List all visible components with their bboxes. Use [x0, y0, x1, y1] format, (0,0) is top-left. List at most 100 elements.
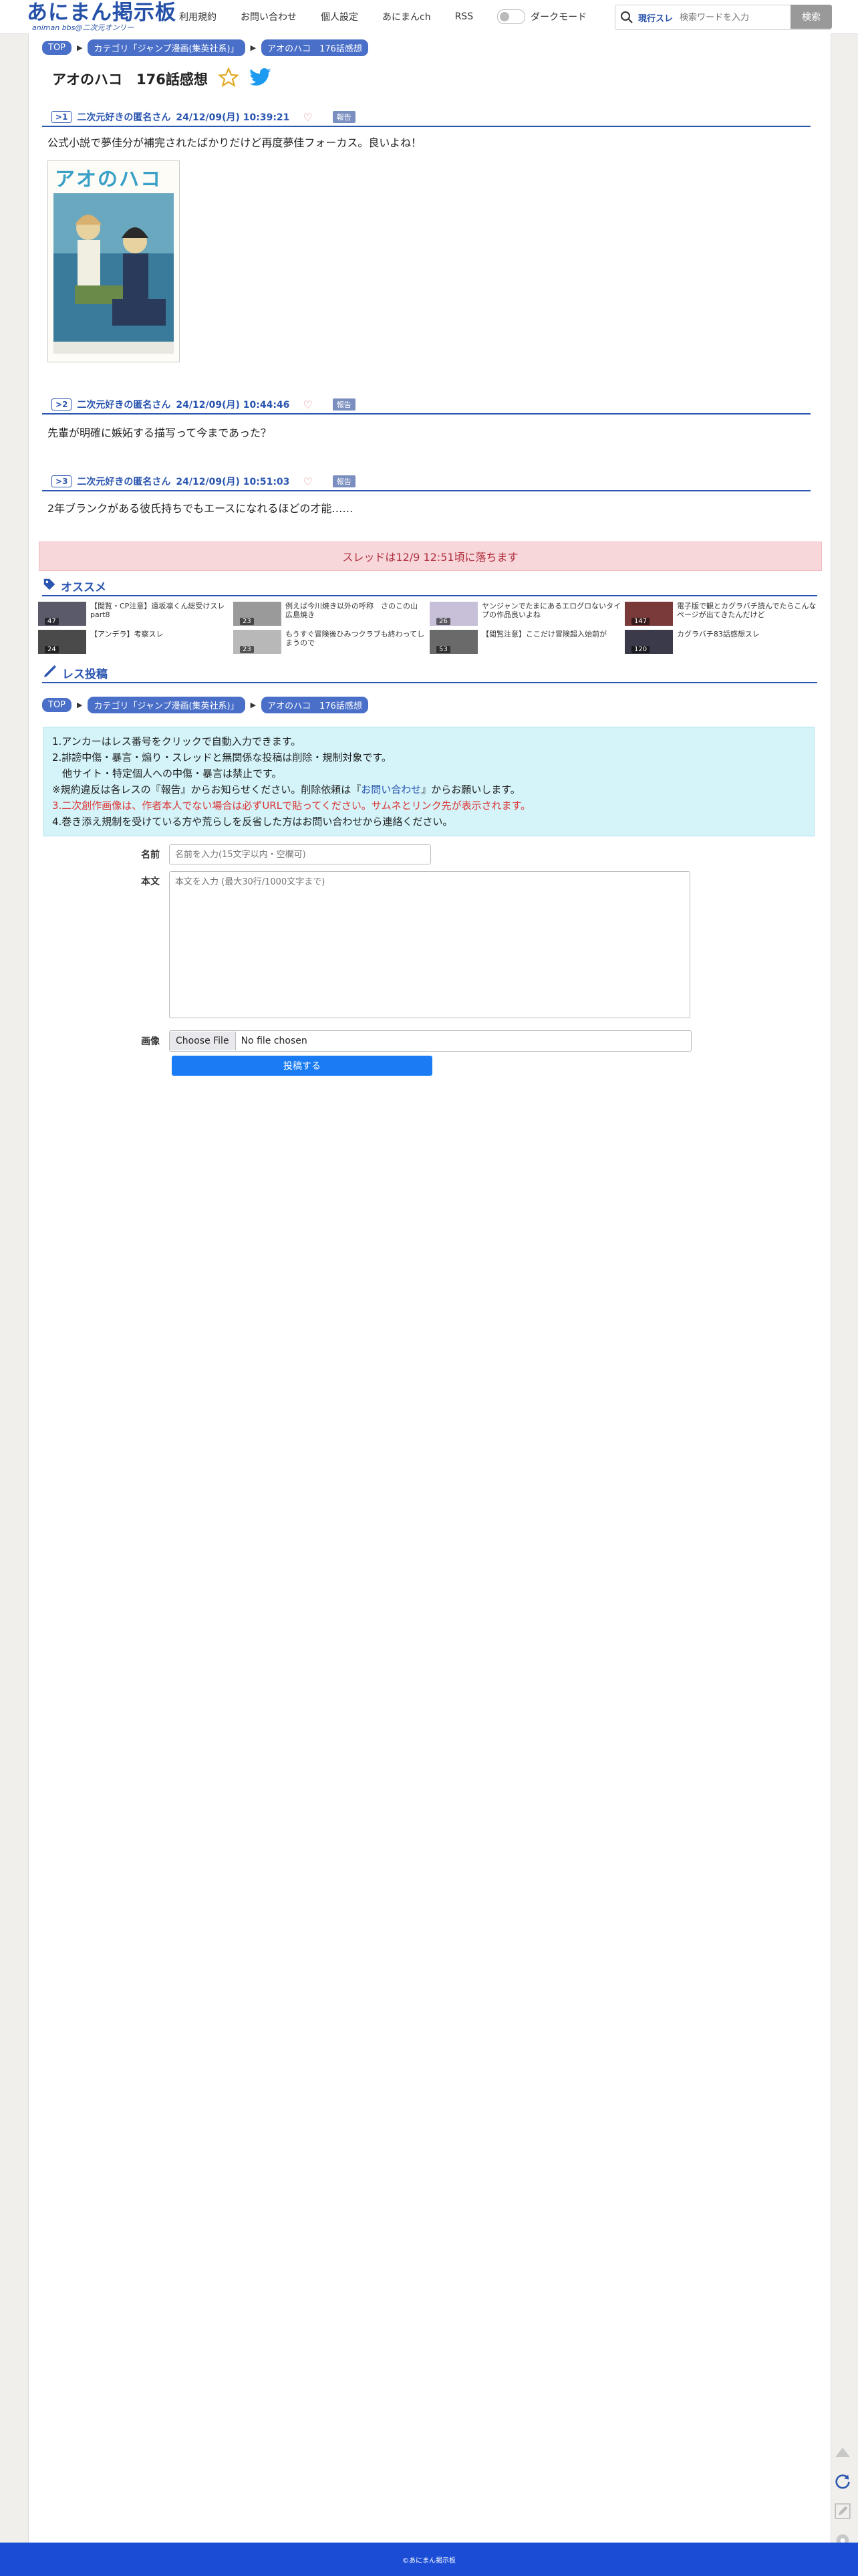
recommend-item[interactable]: 24 【アンデラ】考察スレ: [38, 630, 232, 654]
toggle-knob: [500, 12, 510, 21]
post-number[interactable]: >3: [51, 475, 72, 487]
comment-count: 120: [631, 646, 650, 653]
recommend-item-title: 例えば今川焼き以外の呼称 さのこの山 広島焼き: [285, 602, 425, 619]
image-file-input[interactable]: Choose File No file chosen: [169, 1030, 692, 1052]
recommend-item[interactable]: 53 【閲覧注意】ここだけ冒険超入始前が: [430, 630, 623, 654]
breadcrumb-separator-icon: ▶: [77, 43, 83, 52]
site-footer: ©あにまん掲示板: [0, 2543, 858, 2576]
nav-animanch[interactable]: あにまんch: [382, 10, 444, 23]
body-textarea[interactable]: [169, 871, 690, 1018]
breadcrumb-top[interactable]: TOP: [42, 698, 72, 712]
recommend-item-title: ヤンジャンでたまにあるエログロないタイプの作品良いよね: [482, 602, 621, 619]
breadcrumb-thread[interactable]: アオのハコ 176話感想: [261, 39, 368, 56]
post-date: 24/12/09(月) 10:39:21: [176, 112, 290, 123]
post-author: 二次元好きの匿名さん: [77, 112, 171, 123]
post-number[interactable]: >1: [51, 111, 72, 123]
copyright: ©あにまん掲示板: [402, 2557, 456, 2565]
submit-button[interactable]: 投稿する: [172, 1056, 432, 1076]
image-label: 画像: [141, 1036, 160, 1047]
breadcrumb-separator-icon: ▶: [77, 701, 83, 709]
recommend-title: オススメ: [61, 580, 106, 594]
comment-count: 23: [240, 618, 254, 625]
recommend-item[interactable]: 147 電子版で観とカグラバチ読んでたらこんなページが出てきたんだけど: [625, 602, 819, 626]
posting-rules: 1.アンカーはレス番号をクリックで自動入力できます。 2.誹謗中傷・暴言・煽り・…: [43, 727, 815, 836]
rule-line: 他サイト・特定個人への中傷・暴言は禁止です。: [52, 768, 282, 780]
recommend-item[interactable]: 26 ヤンジャンでたまにあるエログロないタイプの作品良いよね: [430, 602, 623, 626]
recommend-item-title: 電子版で観とカグラバチ読んでたらこんなページが出てきたんだけど: [677, 602, 817, 619]
breadcrumb: TOP ▶ カテゴリ「ジャンプ漫画(集英社系)」 ▶ アオのハコ 176話感想: [42, 39, 368, 56]
dark-mode-toggle[interactable]: [497, 9, 526, 24]
post-author: 二次元好きの匿名さん: [77, 477, 171, 487]
post-body: 先輩が明確に嫉妬する描写って今まであった？: [47, 427, 272, 439]
post-image[interactable]: アオのハコ: [47, 160, 180, 362]
nav-rss[interactable]: RSS: [455, 11, 487, 22]
rule-line: 2.誹謗中傷・暴言・煽り・スレッドと無関係な投稿は削除・規制対象です。: [52, 751, 392, 764]
rule-line: 1.アンカーはレス番号をクリックで自動入力できます。: [52, 735, 301, 747]
twitter-share-icon[interactable]: [249, 68, 272, 90]
favorite-star-icon[interactable]: [217, 66, 240, 91]
recommend-item[interactable]: 47 【閲覧・CP注意】遠坂凛くん総受けスレpart8: [38, 602, 232, 626]
body-label: 本文: [141, 876, 160, 887]
thumbnail: 26: [430, 602, 478, 626]
thumbnail: 47: [38, 602, 86, 626]
comment-count: 53: [436, 646, 450, 653]
rule-line: 4.巻き添え規制を受けている方や荒らしを反省した方はお問い合わせから連絡ください…: [52, 816, 453, 828]
post-date: 24/12/09(月) 10:44:46: [176, 400, 290, 411]
recommend-item[interactable]: 23 もうすぐ冒険後ひみつクラブも終わってしまうので: [233, 630, 427, 654]
breadcrumb-category[interactable]: カテゴリ「ジャンプ漫画(集英社系)」: [88, 697, 245, 713]
thumbnail: 53: [430, 630, 478, 654]
heart-icon[interactable]: ♡: [303, 398, 312, 411]
rule-text: 』からお願いします。: [421, 784, 521, 796]
search-icon: [615, 6, 638, 29]
thread-title: アオのハコ 176話感想: [52, 72, 208, 88]
post-date: 24/12/09(月) 10:51:03: [176, 477, 290, 487]
report-button[interactable]: 報告: [332, 475, 355, 487]
rule-text: ※規約違反は各レスの『報告』からお知らせください。削除依頼は『: [52, 784, 362, 796]
comment-count: 147: [631, 618, 650, 625]
post-number[interactable]: >2: [51, 398, 72, 411]
heart-icon[interactable]: ♡: [303, 475, 312, 488]
recommend-header: オススメ: [42, 576, 817, 596]
site-header: あにまん掲示板 animan bbs@二次元オンリー 利用規約 お問い合わせ 個…: [0, 0, 858, 34]
nav-contact[interactable]: お問い合わせ: [241, 10, 310, 23]
breadcrumb-thread[interactable]: アオのハコ 176話感想: [261, 697, 368, 713]
breadcrumb-category[interactable]: カテゴリ「ジャンプ漫画(集英社系)」: [88, 39, 245, 56]
recommend-item-title: 【閲覧・CP注意】遠坂凛くん総受けスレpart8: [90, 602, 225, 619]
post-header: >1 二次元好きの匿名さん 24/12/09(月) 10:39:21 ♡ 報告: [42, 108, 811, 127]
site-logo[interactable]: あにまん掲示板 animan bbs@二次元オンリー: [27, 1, 176, 32]
choose-file-button[interactable]: Choose File: [170, 1032, 236, 1050]
search-button[interactable]: 検索: [791, 5, 832, 29]
nav-settings[interactable]: 個人設定: [321, 10, 372, 23]
recommend-item-title: もうすぐ冒険後ひみつクラブも終わってしまうので: [285, 630, 425, 647]
reply-title: レス投稿: [62, 667, 108, 681]
recommend-item[interactable]: 23 例えば今川焼き以外の呼称 さのこの山 広島焼き: [233, 602, 427, 626]
post-author: 二次元好きの匿名さん: [77, 400, 171, 411]
contact-link[interactable]: お問い合わせ: [361, 784, 421, 796]
breadcrumb-top[interactable]: TOP: [42, 41, 72, 55]
logo-main-text: あにまん掲示板: [27, 1, 176, 25]
recommend-item[interactable]: 120 カグラバチ83話感想スレ: [625, 630, 819, 654]
dark-mode-label: ダークモード: [531, 12, 587, 23]
tag-icon: [42, 577, 57, 594]
search-scope-select[interactable]: 現行スレ: [638, 11, 673, 24]
name-input[interactable]: [169, 844, 431, 864]
write-icon[interactable]: [831, 2499, 855, 2523]
thumbnail: 147: [625, 602, 673, 626]
nav-terms[interactable]: 利用規約: [179, 10, 230, 23]
thumbnail: 120: [625, 630, 673, 654]
file-status: No file chosen: [241, 1036, 307, 1046]
post-header: >3 二次元好きの匿名さん 24/12/09(月) 10:51:03 ♡ 報告: [42, 473, 811, 491]
cover-title: アオのハコ: [55, 168, 162, 191]
heart-icon[interactable]: ♡: [303, 111, 312, 124]
reload-icon[interactable]: [831, 2470, 855, 2494]
search-box: 現行スレ 検索: [615, 5, 832, 30]
recommend-item-title: カグラバチ83話感想スレ: [677, 630, 760, 638]
post-number-value: 3: [62, 477, 68, 486]
comment-count: 26: [436, 618, 450, 625]
scroll-top-icon[interactable]: [831, 2440, 855, 2464]
report-button[interactable]: 報告: [332, 111, 355, 123]
search-input[interactable]: [678, 11, 782, 23]
recommend-item-title: 【アンデラ】考察スレ: [90, 630, 164, 638]
report-button[interactable]: 報告: [332, 398, 355, 411]
thumbnail: 24: [38, 630, 86, 654]
